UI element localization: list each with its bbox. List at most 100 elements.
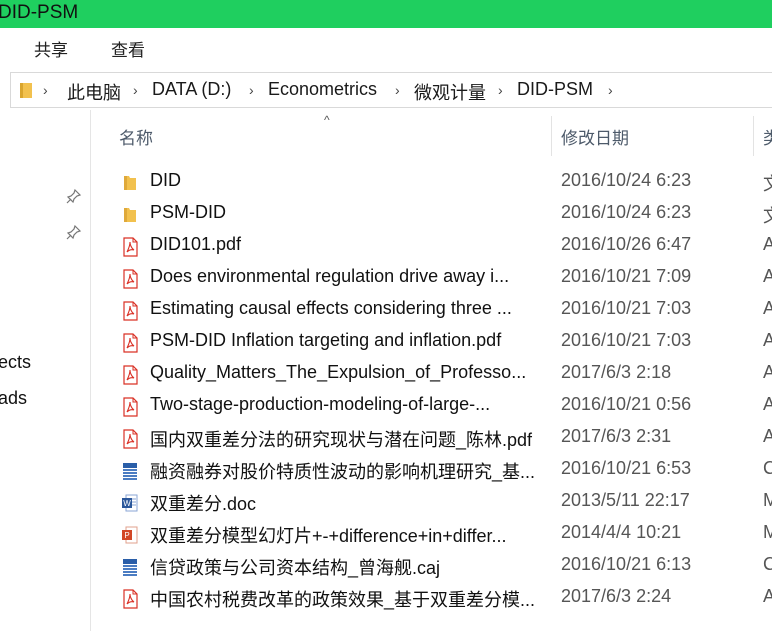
chevron-right-icon[interactable]: › — [249, 82, 254, 98]
pdf-icon — [121, 237, 139, 257]
file-name[interactable]: DID101.pdf — [150, 234, 538, 255]
file-row[interactable]: Quality_Matters_The_Expulsion_of_Profess… — [91, 358, 772, 390]
chevron-right-icon[interactable]: › — [498, 82, 503, 98]
file-row[interactable]: 信贷政策与公司资本结构_曾海舰.caj 2016/10/21 6:13 C — [91, 550, 772, 582]
tab-share[interactable]: 共享 — [34, 36, 68, 61]
breadcrumb-data-drive[interactable]: DATA (D:) — [152, 79, 231, 100]
file-row[interactable]: 中国农村税费改革的政策效果_基于双重差分模... 2017/6/3 2:24 A — [91, 582, 772, 614]
file-name[interactable]: Estimating causal effects considering th… — [150, 298, 538, 319]
file-name[interactable]: 国内双重差分法的研究现状与潜在问题_陈林.pdf — [150, 426, 538, 452]
file-type: A — [763, 362, 772, 382]
column-separator[interactable] — [753, 116, 754, 156]
file-date-modified: 2017/6/3 2:24 — [561, 586, 672, 606]
file-type: C — [763, 554, 772, 574]
breadcrumb-did-psm[interactable]: DID-PSM — [517, 79, 593, 100]
nav-item-downloads[interactable]: ads — [0, 388, 27, 409]
caj-icon — [121, 557, 139, 577]
chevron-right-icon[interactable]: › — [133, 82, 138, 98]
breadcrumb-micro-econometrics[interactable]: 微观计量 — [414, 79, 486, 105]
chevron-right-icon[interactable]: › — [608, 82, 613, 98]
file-date-modified: 2016/10/24 6:23 — [561, 170, 692, 190]
window-title: DID-PSM — [0, 2, 79, 23]
file-name[interactable]: Does environmental regulation drive away… — [150, 266, 538, 287]
file-name[interactable]: 双重差分模型幻灯片+-+difference+in+differ... — [150, 522, 538, 548]
folder-icon — [121, 173, 139, 193]
file-name[interactable]: PSM-DID Inflation targeting and inflatio… — [150, 330, 538, 351]
pin-icon[interactable] — [66, 224, 82, 240]
file-type: A — [763, 426, 772, 446]
file-name[interactable]: Two-stage-production-modeling-of-large-.… — [150, 394, 538, 415]
column-separator[interactable] — [551, 116, 552, 156]
file-row[interactable]: W 双重差分.doc 2013/5/11 22:17 M — [91, 486, 772, 518]
svg-text:W: W — [123, 499, 131, 508]
file-date-modified: 2014/4/4 10:21 — [561, 522, 682, 542]
file-row[interactable]: DID101.pdf 2016/10/26 6:47 A — [91, 230, 772, 262]
folder-icon — [121, 205, 139, 225]
caj-icon — [121, 461, 139, 481]
file-type: A — [763, 266, 772, 286]
pin-icon[interactable] — [66, 188, 82, 204]
folder-icon — [20, 83, 32, 98]
file-row[interactable]: 融资融券对股价特质性波动的影响机理研究_基... 2016/10/21 6:53 C — [91, 454, 772, 486]
file-type: A — [763, 298, 772, 318]
file-date-modified: 2017/6/3 2:18 — [561, 362, 672, 382]
file-type: C — [763, 458, 772, 478]
file-name[interactable]: 融资融券对股价特质性波动的影响机理研究_基... — [150, 458, 538, 484]
file-row[interactable]: DID 2016/10/24 6:23 文 — [91, 166, 772, 198]
file-date-modified: 2017/6/3 2:31 — [561, 426, 672, 446]
file-type: A — [763, 586, 772, 606]
file-name[interactable]: 信贷政策与公司资本结构_曾海舰.caj — [150, 554, 538, 580]
pdf-icon — [121, 301, 139, 321]
pdf-icon — [121, 397, 139, 417]
file-date-modified: 2016/10/21 7:03 — [561, 330, 692, 350]
ppt-icon: P — [121, 525, 139, 545]
file-list: DID 2016/10/24 6:23 文 PSM-DID 2016/10/24 6:2… — [91, 166, 772, 614]
file-name[interactable]: DID — [150, 170, 538, 191]
file-type: 文 — [763, 202, 772, 228]
file-date-modified: 2016/10/21 7:09 — [561, 266, 692, 286]
file-type: A — [763, 234, 772, 254]
svg-text:P: P — [124, 531, 129, 540]
file-type: 文 — [763, 170, 772, 196]
pdf-icon — [121, 365, 139, 385]
file-date-modified: 2016/10/21 0:56 — [561, 394, 692, 414]
file-row[interactable]: 国内双重差分法的研究现状与潜在问题_陈林.pdf 2017/6/3 2:31 A — [91, 422, 772, 454]
column-name[interactable]: 名称 — [119, 124, 153, 149]
pdf-icon — [121, 429, 139, 449]
file-type: A — [763, 330, 772, 350]
word-icon: W — [121, 493, 139, 513]
file-type: A — [763, 394, 772, 414]
file-name[interactable]: Quality_Matters_The_Expulsion_of_Profess… — [150, 362, 538, 383]
chevron-right-icon[interactable]: › — [395, 82, 400, 98]
column-date-modified[interactable]: 修改日期 — [561, 124, 629, 149]
file-type: M — [763, 490, 772, 510]
file-date-modified: 2013/5/11 22:17 — [561, 490, 690, 510]
file-row[interactable]: P 双重差分模型幻灯片+-+difference+in+differ... 2014… — [91, 518, 772, 550]
pdf-icon — [121, 269, 139, 289]
file-date-modified: 2016/10/21 6:13 — [561, 554, 692, 574]
file-row[interactable]: Two-stage-production-modeling-of-large-.… — [91, 390, 772, 422]
file-row[interactable]: PSM-DID 2016/10/24 6:23 文 — [91, 198, 772, 230]
breadcrumb-econometrics[interactable]: Econometrics — [268, 79, 377, 100]
file-date-modified: 2016/10/26 6:47 — [561, 234, 692, 254]
pdf-icon — [121, 333, 139, 353]
chevron-right-icon[interactable]: › — [43, 82, 48, 98]
file-name[interactable]: 中国农村税费改革的政策效果_基于双重差分模... — [150, 586, 538, 612]
ribbon: 共享 查看 — [0, 28, 772, 68]
address-bar[interactable]: › 此电脑 › DATA (D:) › Econometrics › 微观计量 … — [10, 72, 772, 108]
pdf-icon — [121, 589, 139, 609]
file-row[interactable]: Estimating causal effects considering th… — [91, 294, 772, 326]
tab-view[interactable]: 查看 — [111, 36, 145, 61]
file-name[interactable]: 双重差分.doc — [150, 490, 538, 516]
file-name[interactable]: PSM-DID — [150, 202, 538, 223]
file-date-modified: 2016/10/24 6:23 — [561, 202, 692, 222]
title-bar: DID-PSM — [0, 0, 772, 28]
file-date-modified: 2016/10/21 6:53 — [561, 458, 692, 478]
file-row[interactable]: Does environmental regulation drive away… — [91, 262, 772, 294]
column-type[interactable]: 类 — [763, 124, 772, 149]
breadcrumb-this-pc[interactable]: 此电脑 — [67, 79, 121, 105]
file-date-modified: 2016/10/21 7:03 — [561, 298, 692, 318]
column-header: 名称 修改日期 类 — [91, 112, 772, 160]
nav-item-objects[interactable]: ects — [0, 352, 31, 373]
file-row[interactable]: PSM-DID Inflation targeting and inflatio… — [91, 326, 772, 358]
